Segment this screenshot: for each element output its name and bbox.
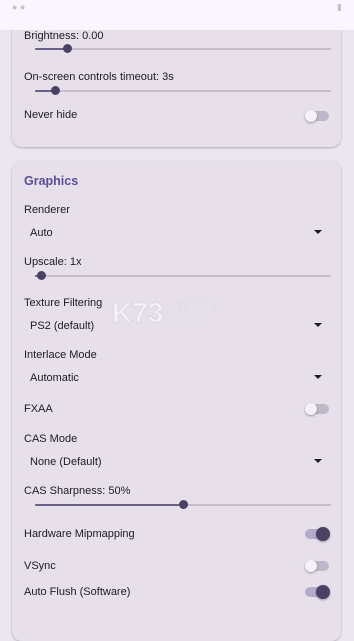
slider-fill	[35, 504, 183, 506]
texture-filtering-label: Texture Filtering	[24, 297, 103, 309]
status-bar-time: ● ●	[12, 2, 26, 12]
toggle-knob	[316, 585, 330, 599]
status-bar-icons: ▮	[337, 2, 342, 12]
never-hide-label: Never hide	[24, 109, 78, 121]
controls-timeout-label: On-screen controls timeout: 3s	[24, 71, 174, 83]
controls-timeout-slider[interactable]	[35, 85, 331, 97]
slider-track	[35, 90, 331, 92]
chevron-down-icon	[314, 323, 322, 327]
texture-filtering-dropdown[interactable]: PS2 (default)	[24, 315, 328, 337]
chevron-down-icon	[314, 459, 322, 463]
interlace-label: Interlace Mode	[24, 349, 97, 361]
cas-mode-dropdown[interactable]: None (Default)	[24, 451, 328, 473]
interlace-value: Automatic	[30, 372, 79, 384]
upscale-slider[interactable]	[35, 270, 331, 282]
hw-mipmapping-label: Hardware Mipmapping	[24, 528, 135, 540]
renderer-value: Auto	[30, 227, 53, 239]
cas-mode-value: None (Default)	[30, 456, 102, 468]
status-bar: ● ● ▮	[0, 0, 354, 30]
interlace-dropdown[interactable]: Automatic	[24, 367, 328, 389]
toggle-knob	[305, 560, 317, 572]
slider-fill	[35, 48, 67, 50]
cas-sharpness-slider[interactable]	[35, 499, 331, 511]
upscale-label: Upscale: 1x	[24, 256, 82, 268]
chevron-down-icon	[314, 375, 322, 379]
slider-thumb[interactable]	[179, 500, 188, 509]
auto-flush-toggle[interactable]	[303, 583, 331, 601]
slider-thumb[interactable]	[62, 44, 72, 53]
slider-thumb[interactable]	[37, 271, 46, 280]
auto-flush-label: Auto Flush (Software)	[24, 586, 131, 598]
vsync-label: VSync	[24, 560, 56, 572]
vsync-toggle[interactable]	[303, 557, 331, 575]
toggle-knob	[305, 110, 317, 122]
toggle-knob	[305, 403, 317, 415]
slider-thumb[interactable]	[51, 86, 61, 95]
hw-mipmapping-toggle[interactable]	[303, 525, 331, 543]
texture-filtering-value: PS2 (default)	[30, 320, 95, 332]
brightness-slider[interactable]	[35, 43, 331, 55]
renderer-dropdown[interactable]: Auto	[24, 222, 328, 244]
cas-mode-label: CAS Mode	[24, 433, 78, 445]
chevron-down-icon	[314, 230, 322, 234]
section-title: Graphics	[24, 174, 79, 188]
cas-sharpness-label: CAS Sharpness: 50%	[24, 485, 131, 497]
never-hide-toggle[interactable]	[303, 107, 331, 125]
graphics-settings-card: Graphics Renderer Auto Upscale: 1x Textu…	[12, 161, 341, 641]
slider-track	[35, 48, 331, 50]
slider-track	[35, 275, 331, 277]
renderer-label: Renderer	[24, 204, 70, 216]
fxaa-toggle[interactable]	[303, 400, 331, 418]
brightness-label: Brightness: 0.00	[24, 30, 104, 42]
fxaa-label: FXAA	[24, 403, 53, 415]
toggle-knob	[316, 527, 330, 541]
